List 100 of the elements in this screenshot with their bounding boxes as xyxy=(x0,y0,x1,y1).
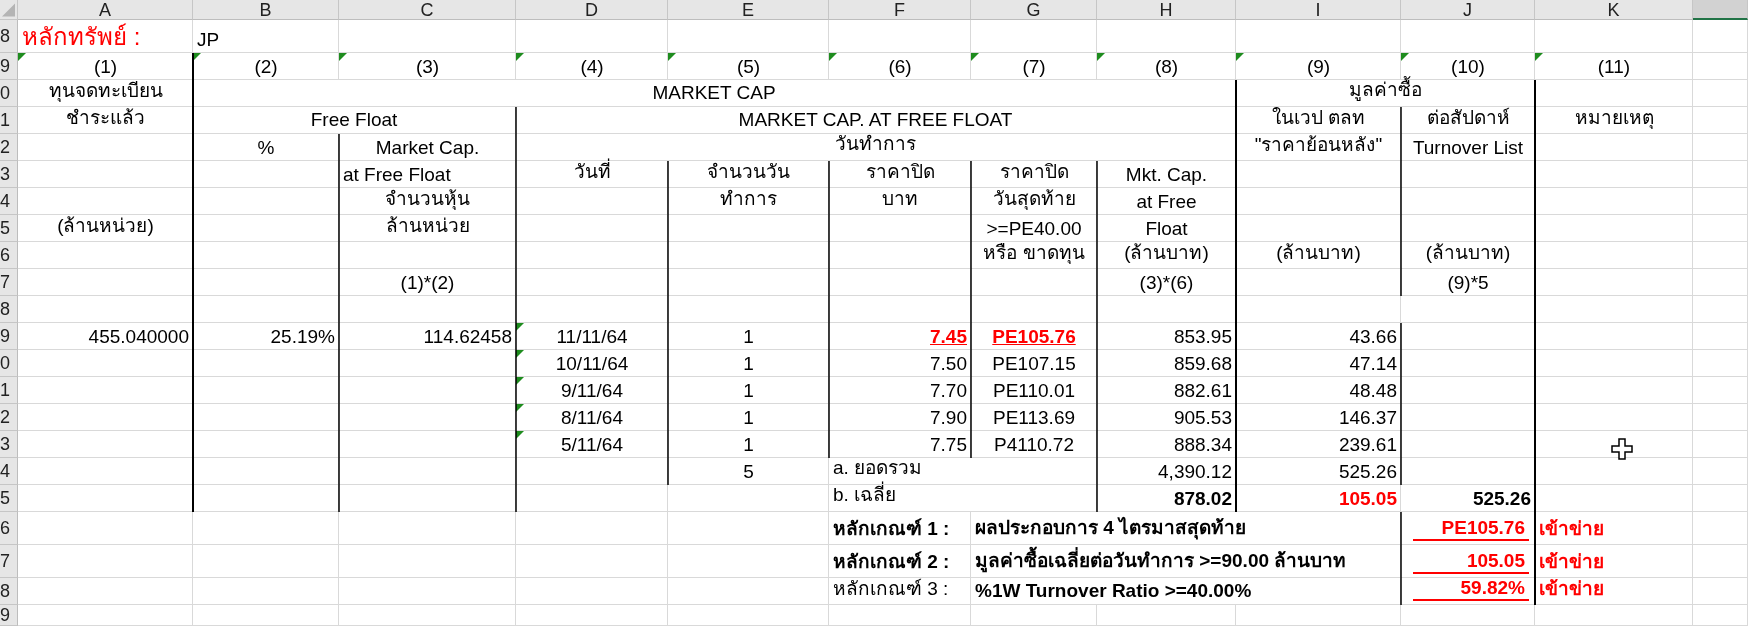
header-cell-text: จำนวนวัน xyxy=(706,161,791,184)
column-header[interactable]: K xyxy=(1535,0,1693,20)
row-number[interactable]: 4 xyxy=(0,188,18,215)
table-cell-text: PE113.69 xyxy=(991,406,1077,430)
row-number[interactable]: 1 xyxy=(0,377,18,404)
table-cell-text: PE107.15 xyxy=(991,352,1077,376)
row-number[interactable]: 3 xyxy=(0,431,18,458)
header-cell-text: (ล้านบาท) xyxy=(1275,242,1362,265)
header-cell-text: % xyxy=(256,136,276,160)
header-cell-text: จำนวนหุ้น xyxy=(384,188,471,212)
column-header[interactable]: E xyxy=(668,0,829,20)
table-cell: 8/11/64 xyxy=(516,404,668,431)
table-cell-text: 239.61 xyxy=(1337,433,1398,457)
table-cell-text: 878.02 xyxy=(1172,487,1233,511)
row-number[interactable]: 2 xyxy=(0,134,18,161)
column-number: (5) xyxy=(668,53,829,80)
row-number[interactable]: 8 xyxy=(0,296,18,323)
table-cell-text: เข้าข่าย xyxy=(1538,550,1605,574)
header-cell-text: หมายเหตุ xyxy=(1573,107,1655,131)
table-cell-text: PE110.01 xyxy=(991,379,1077,403)
row-number[interactable]: 5 xyxy=(0,215,18,242)
row-number[interactable]: 9 xyxy=(0,323,18,350)
table-cell-text: 7.50 xyxy=(929,352,968,376)
column-header[interactable]: H xyxy=(1097,0,1236,20)
column-header[interactable]: J xyxy=(1401,0,1535,20)
row-number[interactable]: 5 xyxy=(0,485,18,512)
column-header[interactable]: G xyxy=(971,0,1097,20)
table-cell-text: PE105.76 xyxy=(991,325,1077,349)
row-number[interactable]: 6 xyxy=(0,512,18,545)
security-label: หลักทรัพย์ : xyxy=(21,22,142,52)
header-cell-text: วันสุดท้าย xyxy=(991,188,1077,212)
row-number[interactable]: 0 xyxy=(0,350,18,377)
row-number[interactable]: 7 xyxy=(0,545,18,578)
column-header[interactable]: B xyxy=(193,0,339,20)
table-cell: 9/11/64 xyxy=(516,377,668,404)
header-cell-text: (ล้านบาท) xyxy=(1424,242,1512,265)
header-cell-text: ราคาปิด xyxy=(998,161,1070,184)
table-cell-text: 455.040000 xyxy=(87,325,190,349)
header-cell-text: ทำการ xyxy=(719,188,778,211)
table-cell-text: เข้าข่าย xyxy=(1538,517,1605,541)
table-cell-text: 7.90 xyxy=(929,406,968,430)
header-cell-text: หรือ ขาดทุน xyxy=(982,242,1086,266)
table-cell: 11/11/64 xyxy=(516,323,668,350)
header-cell-text: at Free xyxy=(1135,190,1198,214)
row-number[interactable]: 9 xyxy=(0,53,18,80)
table-cell-text: หลักเกณฑ์ 2 : xyxy=(832,550,951,574)
row-number[interactable]: 8 xyxy=(0,20,18,53)
column-header[interactable] xyxy=(1693,0,1748,20)
header-cell-text: ชำระแล้ว xyxy=(65,107,146,130)
header-cell-text: (ล้านหน่วย) xyxy=(56,215,155,238)
table-cell-text: 859.68 xyxy=(1172,352,1233,376)
column-header[interactable]: I xyxy=(1236,0,1401,20)
row-number[interactable]: 3 xyxy=(0,161,18,188)
column-header[interactable]: C xyxy=(339,0,516,20)
table-cell: 5/11/64 xyxy=(516,431,668,458)
column-number: (2) xyxy=(193,53,339,80)
row-number[interactable]: 2 xyxy=(0,404,18,431)
table-cell-text: 882.61 xyxy=(1172,379,1233,403)
header-cell-text: (3)*(6) xyxy=(1138,271,1195,295)
row-number[interactable]: 1 xyxy=(0,107,18,134)
table-cell-text: หลักเกณฑ์ 1 : xyxy=(832,517,951,541)
security-value: JP xyxy=(196,28,221,52)
column-number: (8) xyxy=(1097,53,1236,80)
header-cell-text: Turnover List xyxy=(1411,136,1525,160)
table-cell-text: 146.37 xyxy=(1337,406,1398,430)
column-header[interactable]: D xyxy=(516,0,668,20)
header-cell-text: ในเวป ตลท xyxy=(1270,107,1367,130)
header-cell-text: (9)*5 xyxy=(1446,271,1490,295)
row-number[interactable]: 9 xyxy=(0,605,18,626)
table-cell-text: 114.62458 xyxy=(422,325,513,349)
header-cell-text: Float xyxy=(1144,217,1189,241)
table-cell-text: 7.75 xyxy=(929,433,968,457)
table-cell-text: 7.70 xyxy=(929,379,968,403)
header-cell-text: ล้านหน่วย xyxy=(384,215,471,238)
table-cell-text: 25.19% xyxy=(269,325,336,349)
table-cell-text: P4110.72 xyxy=(993,433,1075,457)
row-number[interactable]: 6 xyxy=(0,242,18,269)
table-cell: 10/11/64 xyxy=(516,350,668,377)
table-cell-text: 4,390.12 xyxy=(1157,460,1233,484)
table-cell: 59.82% xyxy=(1413,578,1529,601)
row-number[interactable]: 8 xyxy=(0,578,18,605)
column-number: (9) xyxy=(1236,53,1401,80)
table-cell-text: 5 xyxy=(742,460,755,484)
row-number[interactable]: 4 xyxy=(0,458,18,485)
table-cell-text: 525.26 xyxy=(1471,487,1532,511)
header-cell-text: >=PE40.00 xyxy=(985,217,1083,241)
header-cell-text: (ล้านบาท) xyxy=(1123,242,1210,265)
header-cell-text: ราคาปิด xyxy=(864,161,936,184)
row-number[interactable]: 0 xyxy=(0,80,18,107)
row-number[interactable]: 7 xyxy=(0,269,18,296)
table-cell: PE105.76 xyxy=(1413,512,1529,541)
column-header[interactable]: A xyxy=(18,0,193,20)
header-cell-text: (1)*(2) xyxy=(399,271,456,295)
table-cell-text: 105.05 xyxy=(1337,487,1398,511)
column-header[interactable]: F xyxy=(829,0,971,20)
header-cell-text: ต่อสัปดาห์ xyxy=(1425,107,1511,130)
table-cell-text: 1 xyxy=(742,406,755,430)
table-cell-text: 888.34 xyxy=(1172,433,1233,457)
table-cell-text: 853.95 xyxy=(1172,325,1233,349)
table-cell-text: 1 xyxy=(742,433,755,457)
